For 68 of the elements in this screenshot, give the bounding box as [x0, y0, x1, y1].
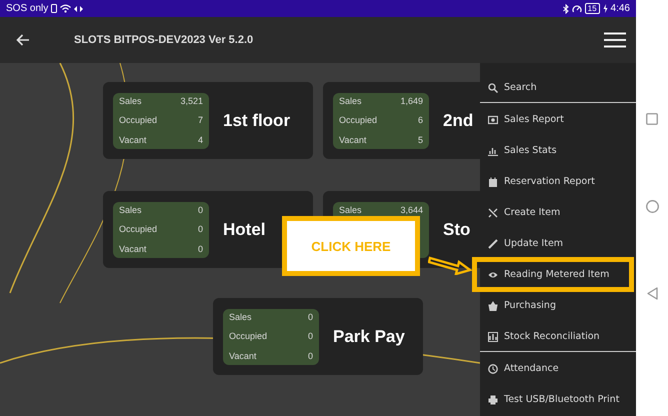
stat-label: Sales	[339, 204, 362, 216]
menu-item[interactable]: Reservation Report	[480, 166, 636, 197]
callout-label: CLICK HERE	[282, 216, 420, 276]
app-title: SLOTS BITPOS-DEV2023 Ver 5.2.0	[74, 34, 254, 46]
stat-value: 0	[308, 312, 313, 322]
stat-value: 3,521	[180, 96, 203, 106]
stat-value: 0	[198, 244, 203, 254]
basket-icon	[488, 300, 498, 310]
back-button[interactable]	[14, 32, 32, 48]
stat-value: 1,649	[400, 96, 423, 106]
stat-label: Vacant	[229, 350, 256, 362]
area-name: Hotel	[223, 220, 266, 240]
clock-icon	[488, 364, 498, 374]
stat-label: Occupied	[119, 224, 158, 235]
data-icon	[74, 4, 84, 12]
stat-label: Vacant	[119, 134, 146, 146]
area-card[interactable]: Sales 0 Occupied 0 Vacant 0 Park Pay	[213, 298, 423, 375]
search-icon	[488, 82, 498, 92]
square-nav-icon[interactable]	[646, 113, 658, 125]
stat-value: 7	[198, 115, 203, 126]
clock-text: 4:46	[610, 3, 630, 14]
stat-label: Occupied	[119, 115, 158, 126]
banknote-icon	[488, 114, 498, 124]
sim-icon	[51, 4, 58, 13]
menu-item[interactable]: Purchasing	[480, 290, 636, 321]
stat-label: Vacant	[119, 244, 146, 254]
calendar-icon	[488, 176, 498, 186]
menu-icon[interactable]	[604, 32, 626, 48]
area-name: Park Pay	[333, 326, 405, 346]
stat-label: Occupied	[339, 115, 378, 126]
bluetooth-icon	[562, 4, 569, 14]
stat-value: 3,644	[400, 204, 423, 216]
speedometer-icon	[572, 4, 582, 14]
pencil-icon	[488, 238, 498, 248]
eye-icon	[488, 270, 498, 280]
menu-item[interactable]: Attendance	[480, 353, 636, 384]
battery-level-text: 15	[584, 3, 600, 14]
carrier-text: SOS only	[6, 3, 48, 14]
menu-item[interactable]: Reading Metered Item	[474, 259, 632, 290]
menu-item[interactable]: Create Item	[480, 197, 636, 228]
stat-label: Sales	[119, 204, 142, 216]
area-name: 2nd	[443, 110, 474, 130]
stat-label: Sales	[339, 96, 362, 106]
triangle-nav-icon[interactable]	[646, 287, 658, 300]
stat-value: 4	[198, 134, 203, 146]
stat-value: 0	[308, 350, 313, 362]
stat-value: 5	[418, 134, 423, 146]
bar-chart-icon	[488, 146, 498, 156]
area-card[interactable]: Sales 0 Occupied 0 Vacant 0 Hotel	[103, 191, 313, 268]
stat-label: Vacant	[339, 134, 366, 146]
stat-value: 0	[198, 204, 203, 216]
charging-icon	[602, 4, 608, 13]
menu-item[interactable]: Update Item	[480, 228, 636, 259]
menu-item[interactable]: Test USB/Bluetooth Print	[480, 384, 636, 415]
area-card[interactable]: Sales 3,521 Occupied 7 Vacant 4 1st floor	[103, 82, 313, 159]
back-arrow-icon	[16, 34, 30, 46]
building-chart-icon	[488, 332, 498, 342]
stat-label: Sales	[229, 312, 252, 322]
menu-item[interactable]: Stock Reconciliation	[480, 321, 636, 352]
wifi-icon	[60, 4, 72, 13]
area-name: Sto	[443, 220, 470, 240]
stat-value: 6	[418, 115, 423, 126]
stat-label: Occupied	[229, 331, 268, 342]
stat-value: 0	[308, 331, 313, 342]
circle-nav-icon[interactable]	[646, 200, 658, 212]
stat-value: 0	[198, 224, 203, 235]
area-name: 1st floor	[223, 110, 290, 130]
stat-label: Sales	[119, 96, 142, 106]
